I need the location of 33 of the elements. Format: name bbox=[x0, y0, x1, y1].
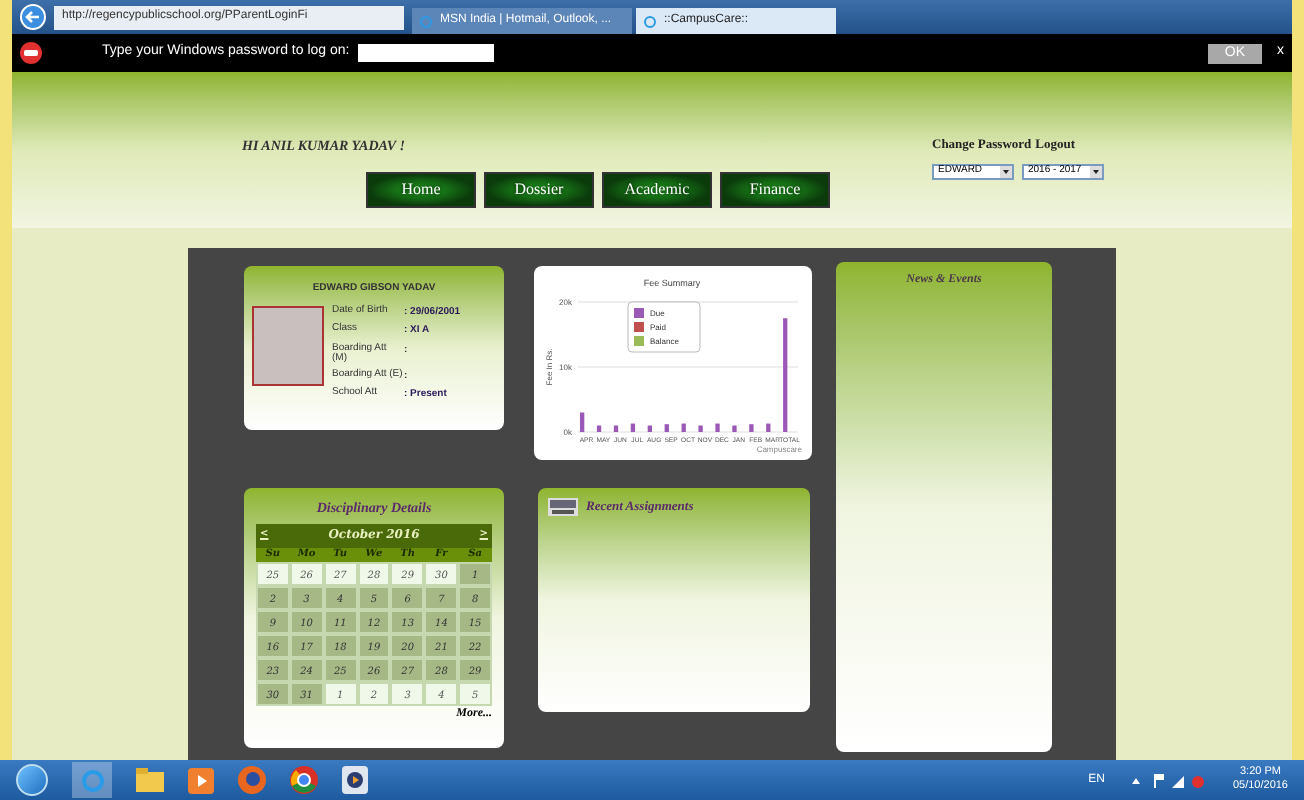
back-button[interactable] bbox=[20, 4, 46, 30]
media-player-icon[interactable] bbox=[188, 767, 214, 793]
nav-button[interactable]: Finance bbox=[720, 172, 830, 208]
fee-bar bbox=[596, 425, 602, 432]
media-icon[interactable] bbox=[342, 766, 368, 794]
start-button[interactable] bbox=[16, 764, 48, 796]
tray-icons[interactable] bbox=[1128, 772, 1209, 788]
browser-icon bbox=[644, 15, 656, 27]
browser-icon bbox=[420, 15, 432, 27]
caret-icon bbox=[1090, 166, 1102, 178]
warning-icon bbox=[20, 42, 42, 64]
fee-bar bbox=[715, 423, 720, 432]
nav-button[interactable]: Academic bbox=[602, 172, 712, 208]
fee-bar bbox=[630, 423, 636, 432]
fee-bar bbox=[681, 423, 686, 432]
photo-placeholder bbox=[252, 305, 324, 385]
nav-button[interactable]: Home bbox=[366, 172, 476, 208]
caret-icon bbox=[1000, 166, 1012, 178]
fee-bar bbox=[766, 423, 771, 432]
fee-bar bbox=[613, 425, 619, 432]
nav-button[interactable]: Dossier bbox=[484, 172, 594, 208]
chart-legend bbox=[627, 301, 701, 353]
fee-bar bbox=[698, 425, 703, 432]
computer-icon bbox=[548, 498, 578, 517]
fee-bar bbox=[749, 424, 754, 432]
fee-bar bbox=[664, 424, 669, 432]
folder-icon[interactable] bbox=[136, 768, 164, 792]
fee-bar bbox=[580, 412, 585, 432]
password-field[interactable] bbox=[357, 44, 494, 62]
chrome-icon[interactable] bbox=[290, 766, 318, 794]
fee-bar bbox=[647, 425, 652, 432]
fee-bar bbox=[732, 425, 737, 432]
fee-bar bbox=[783, 318, 788, 432]
